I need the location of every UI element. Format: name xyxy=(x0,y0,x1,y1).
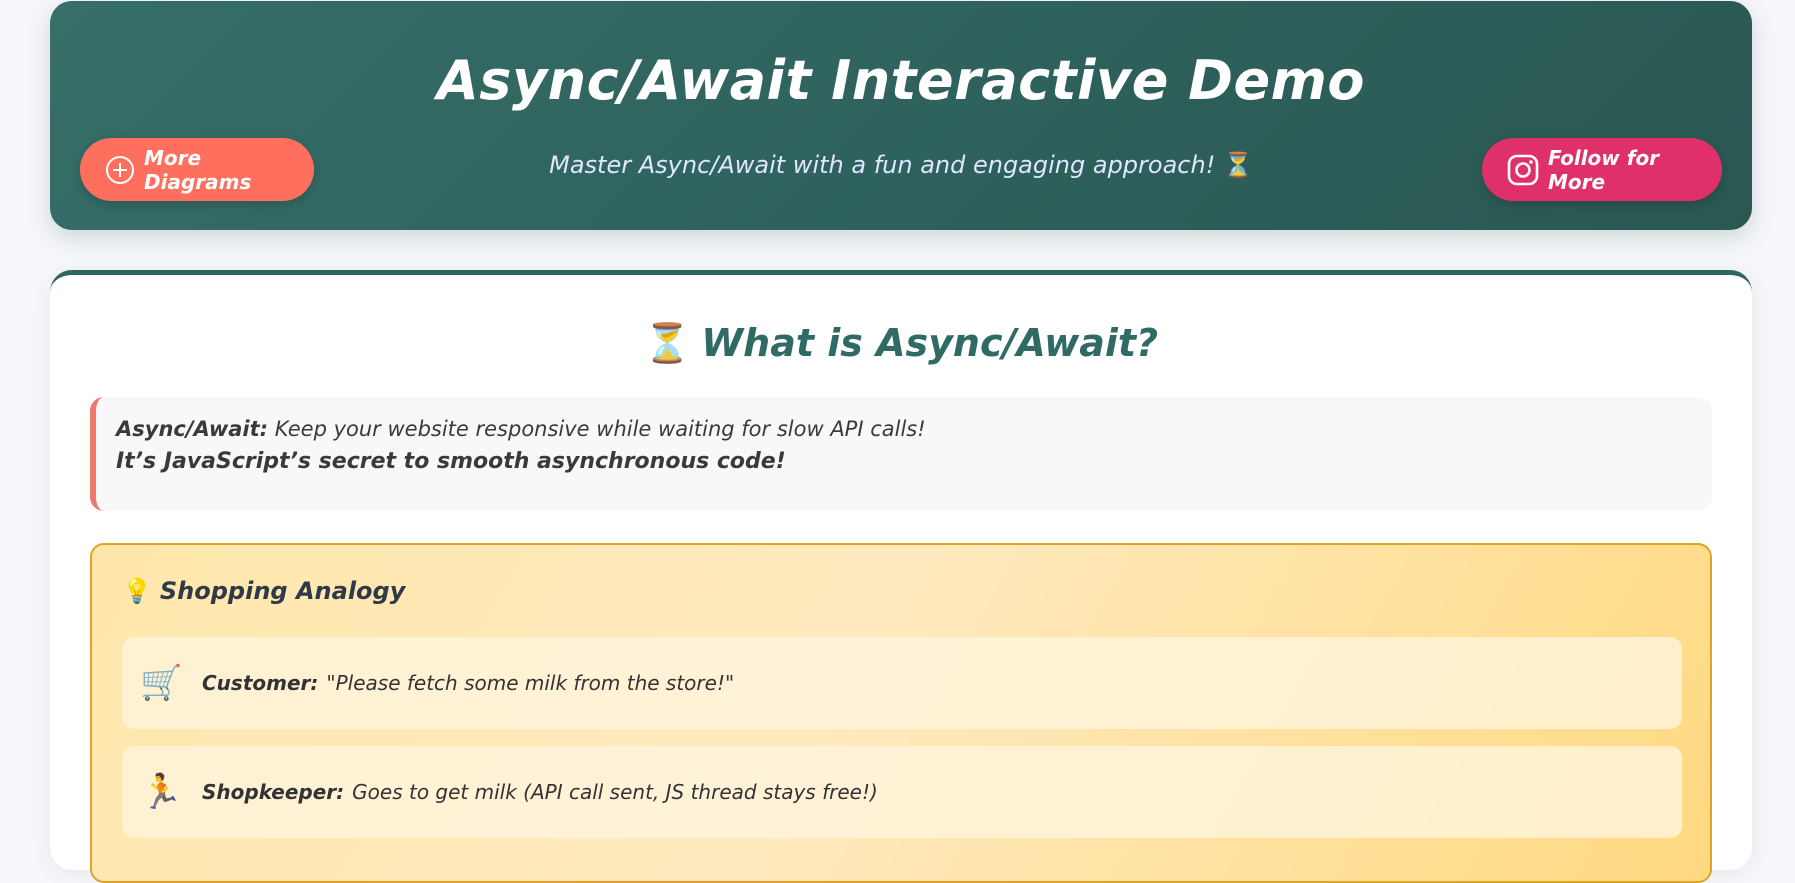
definition-line: Async/Await: Keep your website responsiv… xyxy=(116,417,1692,441)
async-await-card: ⏳ What is Async/Await? Async/Await: Keep … xyxy=(50,270,1752,883)
analogy-title-text: Shopping Analogy xyxy=(159,577,406,605)
hourglass-icon: ⏳ xyxy=(643,321,692,365)
row-text: Goes to get milk (API call sent, JS thre… xyxy=(352,780,878,804)
row-speaker: Shopkeeper: xyxy=(202,780,345,804)
shopping-cart-icon: 🛒 xyxy=(140,663,183,703)
definition-box: Async/Await: Keep your website responsiv… xyxy=(90,397,1712,511)
row-text: "Please fetch some milk from the store!" xyxy=(326,671,735,695)
follow-button[interactable]: Follow for More xyxy=(1482,138,1722,201)
hourglass-icon: ⏳ xyxy=(1222,151,1253,179)
definition-term: Async/Await: xyxy=(116,417,269,441)
analogy-row-customer: 🛒 Customer: "Please fetch some milk from… xyxy=(122,637,1682,729)
analogy-title: 💡 Shopping Analogy xyxy=(122,577,405,605)
definition-text: Keep your website responsive while waiti… xyxy=(268,417,926,441)
definition-emphasis: It’s JavaScript’s secret to smooth async… xyxy=(116,449,786,474)
subtitle-text: Master Async/Await with a fun and engagi… xyxy=(549,151,1216,179)
analogy-row-shopkeeper: 🏃 Shopkeeper: Goes to get milk (API call… xyxy=(122,746,1682,838)
section-title: ⏳ What is Async/Await? xyxy=(50,321,1752,366)
page-title: Async/Await Interactive Demo xyxy=(437,49,1365,112)
header-banner: Async/Await Interactive Demo More Diagra… xyxy=(50,1,1752,230)
follow-label: Follow for More xyxy=(1548,145,1660,194)
analogy-box: 💡 Shopping Analogy 🛒 Customer: "Please f… xyxy=(90,543,1712,883)
running-person-icon: 🏃 xyxy=(140,772,183,812)
section-title-text: What is Async/Await? xyxy=(701,321,1159,365)
instagram-icon xyxy=(1506,153,1540,187)
row-speaker: Customer: xyxy=(202,671,319,695)
lightbulb-icon: 💡 xyxy=(122,577,152,605)
